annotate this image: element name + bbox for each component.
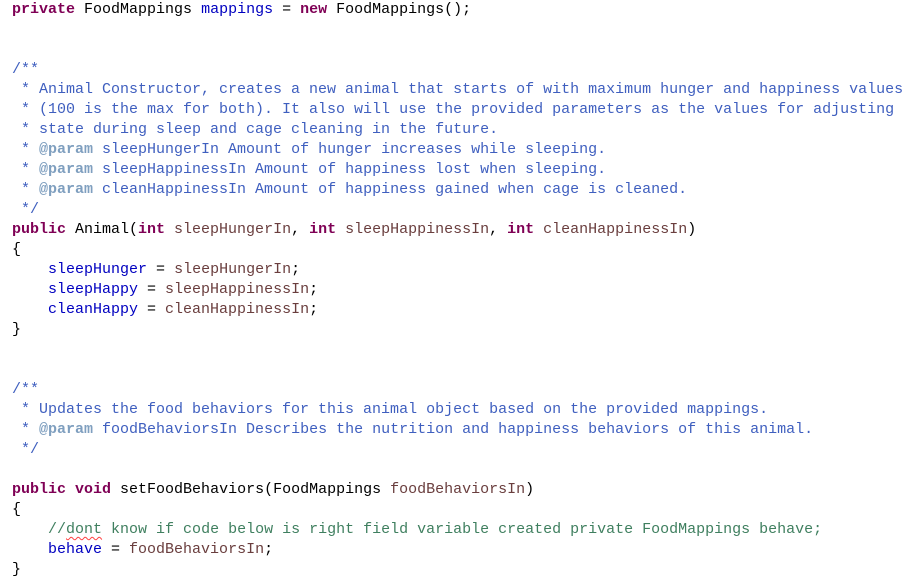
- parameter-name: sleepHappinessIn: [336, 221, 490, 238]
- open-brace[interactable]: {: [12, 500, 914, 520]
- javadoc-param-tag: @param: [39, 161, 94, 178]
- javadoc-close[interactable]: */: [12, 440, 914, 460]
- blank-line[interactable]: [12, 360, 914, 380]
- keyword-new: new: [300, 1, 328, 18]
- javadoc-param-tag: @param: [39, 141, 94, 158]
- blank-line[interactable]: [12, 40, 914, 60]
- spelling-error-word[interactable]: dont: [66, 521, 102, 538]
- field-name: behave: [48, 541, 103, 558]
- keyword-public: public: [12, 221, 67, 238]
- type-name: FoodMappings: [84, 1, 193, 18]
- blank-line[interactable]: [12, 20, 914, 40]
- method-name: setFoodBehaviors(FoodMappings: [111, 481, 391, 498]
- blank-line[interactable]: [12, 340, 914, 360]
- field-name: sleepHunger: [48, 261, 148, 278]
- parameter-name: cleanHappinessIn: [165, 301, 310, 318]
- parameter-name: sleepHappinessIn: [165, 281, 310, 298]
- javadoc-line[interactable]: * state during sleep and cage cleaning i…: [12, 120, 914, 140]
- assignment-line[interactable]: sleepHunger = sleepHungerIn;: [12, 260, 914, 280]
- field-name: sleepHappy: [48, 281, 139, 298]
- constructor-name: Animal(: [66, 221, 139, 238]
- parameter-name: foodBehaviorsIn: [390, 481, 526, 498]
- keyword-int: int: [138, 221, 166, 238]
- javadoc-open[interactable]: /**: [12, 380, 914, 400]
- field-name: cleanHappy: [48, 301, 139, 318]
- parameter-name: sleepHungerIn: [174, 261, 292, 278]
- constructor-signature[interactable]: public Animal(int sleepHungerIn, int sle…: [12, 220, 914, 240]
- assignment-line[interactable]: cleanHappy = cleanHappinessIn;: [12, 300, 914, 320]
- line-comment[interactable]: //dont know if code below is right field…: [12, 520, 914, 540]
- close-brace[interactable]: }: [12, 320, 914, 340]
- javadoc-param-line[interactable]: * @param foodBehaviorsIn Describes the n…: [12, 420, 914, 440]
- code-editor[interactable]: private FoodMappings mappings = new Food…: [12, 0, 914, 584]
- javadoc-line[interactable]: * Animal Constructor, creates a new anim…: [12, 80, 914, 100]
- field-name: mappings: [201, 1, 274, 18]
- keyword-int: int: [309, 221, 337, 238]
- assignment-line[interactable]: behave = foodBehaviorsIn;: [12, 540, 914, 560]
- javadoc-param-line[interactable]: * @param sleepHappinessIn Amount of happ…: [12, 160, 914, 180]
- keyword-public: public: [12, 481, 67, 498]
- parameter-name: foodBehaviorsIn: [129, 541, 265, 558]
- open-brace[interactable]: {: [12, 240, 914, 260]
- method-signature[interactable]: public void setFoodBehaviors(FoodMapping…: [12, 480, 914, 500]
- keyword-void: void: [75, 481, 112, 498]
- javadoc-line[interactable]: * Updates the food behaviors for this an…: [12, 400, 914, 420]
- parameter-name: cleanHappinessIn: [534, 221, 688, 238]
- parameter-name: sleepHungerIn: [165, 221, 292, 238]
- code-line-field-declaration[interactable]: private FoodMappings mappings = new Food…: [12, 0, 914, 20]
- javadoc-param-line[interactable]: * @param sleepHungerIn Amount of hunger …: [12, 140, 914, 160]
- assignment-line[interactable]: sleepHappy = sleepHappinessIn;: [12, 280, 914, 300]
- javadoc-param-line[interactable]: * @param cleanHappinessIn Amount of happ…: [12, 180, 914, 200]
- keyword-private: private: [12, 1, 76, 18]
- javadoc-param-tag: @param: [39, 181, 94, 198]
- javadoc-open[interactable]: /**: [12, 60, 914, 80]
- javadoc-line[interactable]: * (100 is the max for both). It also wil…: [12, 100, 914, 120]
- close-brace[interactable]: }: [12, 560, 914, 580]
- keyword-int: int: [507, 221, 535, 238]
- javadoc-close[interactable]: */: [12, 200, 914, 220]
- javadoc-param-tag: @param: [39, 421, 94, 438]
- blank-line[interactable]: [12, 460, 914, 480]
